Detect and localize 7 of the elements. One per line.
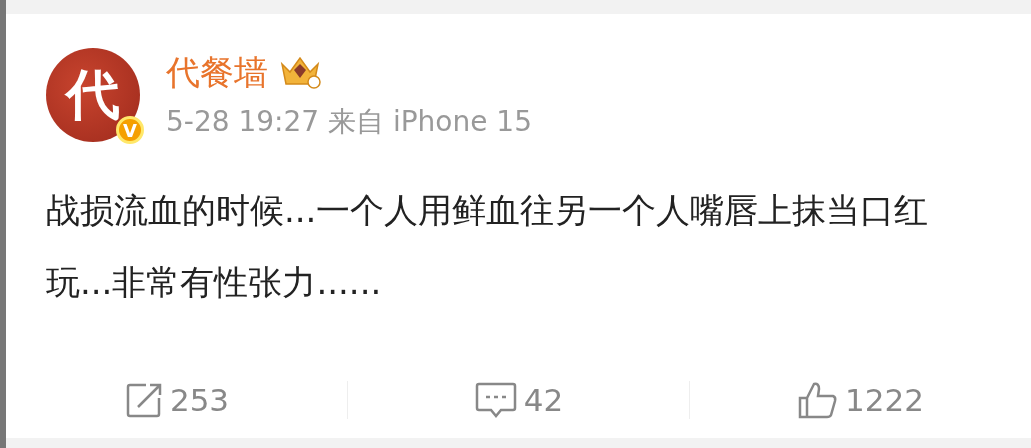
comment-icon	[473, 380, 518, 420]
post-meta: 5-28 19:27 来自 iPhone 15	[166, 104, 532, 140]
repost-button[interactable]: 253	[6, 380, 347, 420]
comment-button[interactable]: 42	[348, 380, 689, 420]
post-text: 战损流血的时候...一个人用鲜血往另一个人嘴唇上抹当口红玩...非常有性张力......	[46, 189, 930, 304]
like-button[interactable]: 1222	[690, 380, 1031, 420]
author-name[interactable]: 代餐墙	[166, 50, 268, 94]
